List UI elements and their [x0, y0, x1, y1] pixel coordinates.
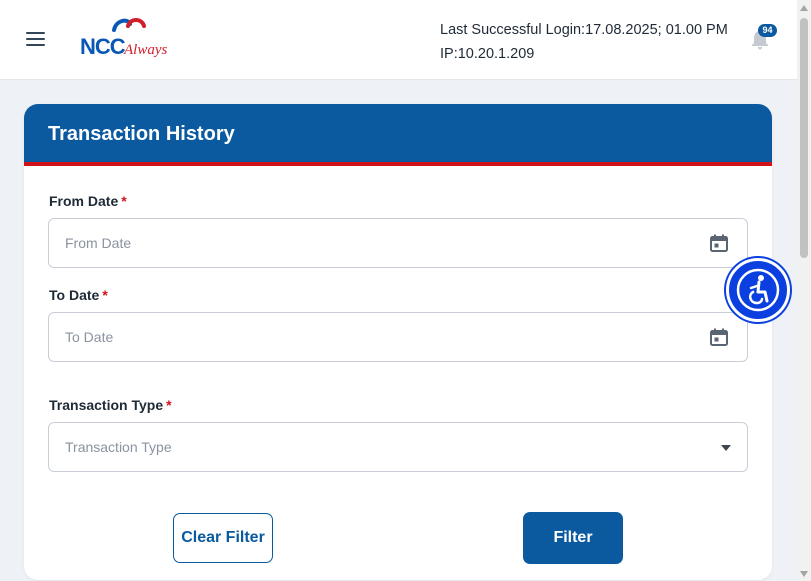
login-info: Last Successful Login:17.08.2025; 01.00 …: [440, 18, 728, 66]
transaction-type-placeholder: Transaction Type: [65, 439, 172, 455]
menu-icon[interactable]: [26, 32, 46, 48]
last-login-line: Last Successful Login:17.08.2025; 01.00 …: [440, 18, 728, 42]
from-date-label: From Date *: [49, 193, 127, 209]
from-date-placeholder: From Date: [65, 235, 132, 251]
logo-script-text: Always: [124, 42, 168, 58]
calendar-icon[interactable]: [709, 233, 729, 253]
scrollbar-thumb[interactable]: [800, 18, 808, 258]
transaction-type-label: Transaction Type *: [49, 397, 172, 413]
scroll-down-arrow-icon[interactable]: [800, 571, 808, 577]
ip-label: IP:: [440, 46, 458, 62]
to-date-placeholder: To Date: [65, 329, 114, 345]
page-title: Transaction History: [48, 123, 235, 145]
required-marker: *: [102, 287, 108, 303]
clear-filter-button[interactable]: Clear Filter: [173, 513, 273, 563]
from-date-label-text: From Date: [49, 193, 119, 209]
accessibility-button[interactable]: [726, 258, 790, 322]
vertical-scrollbar[interactable]: [797, 0, 811, 581]
filter-button[interactable]: Filter: [523, 512, 623, 564]
notification-badge: 94: [758, 24, 777, 37]
last-login-value: 17.08.2025; 01.00 PM: [585, 22, 728, 38]
accessibility-icon: [736, 268, 780, 312]
calendar-icon[interactable]: [709, 327, 729, 347]
card-header: Transaction History: [24, 104, 772, 166]
ip-line: IP:10.20.1.209: [440, 42, 728, 66]
required-marker: *: [121, 193, 127, 209]
from-date-input[interactable]: From Date: [48, 218, 748, 268]
scroll-up-arrow-icon[interactable]: [800, 5, 808, 11]
to-date-input[interactable]: To Date: [48, 312, 748, 362]
transaction-history-card: Transaction History From Date * From Date…: [24, 104, 772, 580]
dropdown-caret-icon[interactable]: [721, 445, 731, 451]
to-date-label: To Date *: [49, 287, 108, 303]
ip-value: 10.20.1.209: [457, 46, 535, 62]
top-header: NCC Always Last Successful Login:17.08.2…: [0, 0, 797, 80]
last-login-label: Last Successful Login:: [440, 22, 586, 38]
transaction-type-label-text: Transaction Type: [49, 397, 164, 413]
transaction-type-select[interactable]: Transaction Type: [48, 422, 748, 472]
to-date-label-text: To Date: [49, 287, 100, 303]
required-marker: *: [166, 397, 172, 413]
logo-text: NCC: [80, 34, 126, 59]
logo[interactable]: NCC Always: [78, 16, 178, 66]
